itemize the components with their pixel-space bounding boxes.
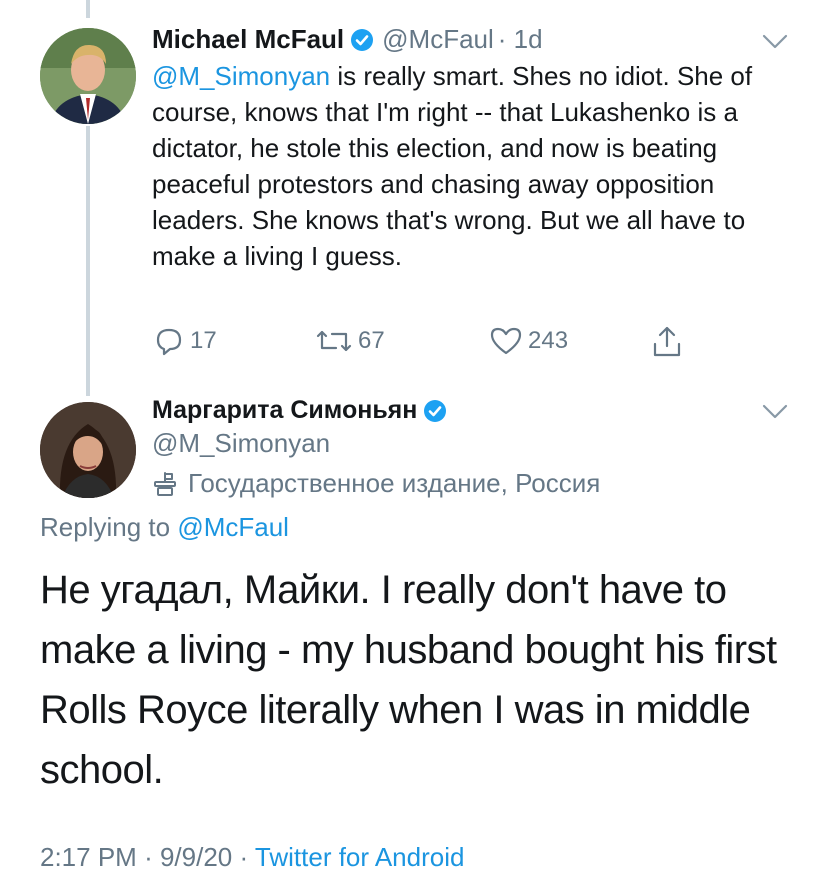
like-count: 243 <box>528 327 569 354</box>
share-button[interactable] <box>650 324 688 360</box>
replying-to-link[interactable]: @McFaul <box>177 512 289 542</box>
like-icon <box>490 327 522 355</box>
tweet-time[interactable]: · 1d <box>498 24 543 55</box>
reply-icon <box>156 328 182 356</box>
like-button[interactable]: 243 <box>488 324 568 358</box>
meta-separator: · <box>239 842 255 872</box>
replying-prefix: Replying to <box>40 512 178 542</box>
chevron-down-icon[interactable] <box>762 34 788 50</box>
retweet-button[interactable]: 67 <box>314 324 385 358</box>
tweet2-header: Маргарита Симоньян <box>152 396 447 425</box>
reply-button[interactable]: 17 <box>152 324 217 358</box>
tweet-source-link[interactable]: Twitter for Android <box>255 842 465 872</box>
chevron-down-icon[interactable] <box>762 404 788 420</box>
share-icon <box>653 326 681 357</box>
tweet-time[interactable]: 2:17 PM <box>40 842 137 872</box>
avatar-mcfaul[interactable] <box>40 28 136 124</box>
retweet-icon <box>316 330 352 352</box>
verified-badge-icon <box>351 28 374 51</box>
verified-badge-icon <box>424 399 447 422</box>
author-handle[interactable]: @McFaul <box>382 24 494 55</box>
tweet-date[interactable]: 9/9/20 <box>160 842 232 872</box>
avatar-simonyan[interactable] <box>40 402 136 498</box>
retweet-count: 67 <box>358 327 385 354</box>
state-media-label[interactable]: Государственное издание, Россия <box>152 468 600 499</box>
author-name[interactable]: Маргарита Симоньян <box>152 396 417 425</box>
thread-line <box>86 126 90 396</box>
tweet2-text: Не угадал, Майки. I really don't have to… <box>40 568 777 792</box>
reply-count: 17 <box>190 327 217 354</box>
tweet1-body: is really smart. Shes no idiot. She of c… <box>152 61 753 271</box>
meta-separator: · <box>144 842 160 872</box>
tweet-meta: 2:17 PM · 9/9/20 · Twitter for Android <box>40 842 464 873</box>
author-handle[interactable]: @M_Simonyan <box>152 428 330 459</box>
author-name[interactable]: Michael McFaul <box>152 24 344 55</box>
state-media-icon <box>154 471 176 496</box>
tweet1-text: @M_Simonyan is really smart. Shes no idi… <box>152 58 792 274</box>
replying-to: Replying to @McFaul <box>40 512 289 543</box>
mention-link[interactable]: @M_Simonyan <box>152 61 330 91</box>
state-media-text: Государственное издание, Россия <box>188 468 601 498</box>
thread-line-top <box>86 0 90 18</box>
tweet1-actions: 17 67 243 <box>152 324 692 364</box>
tweet1-header: Michael McFaul @McFaul · 1d <box>152 24 543 55</box>
